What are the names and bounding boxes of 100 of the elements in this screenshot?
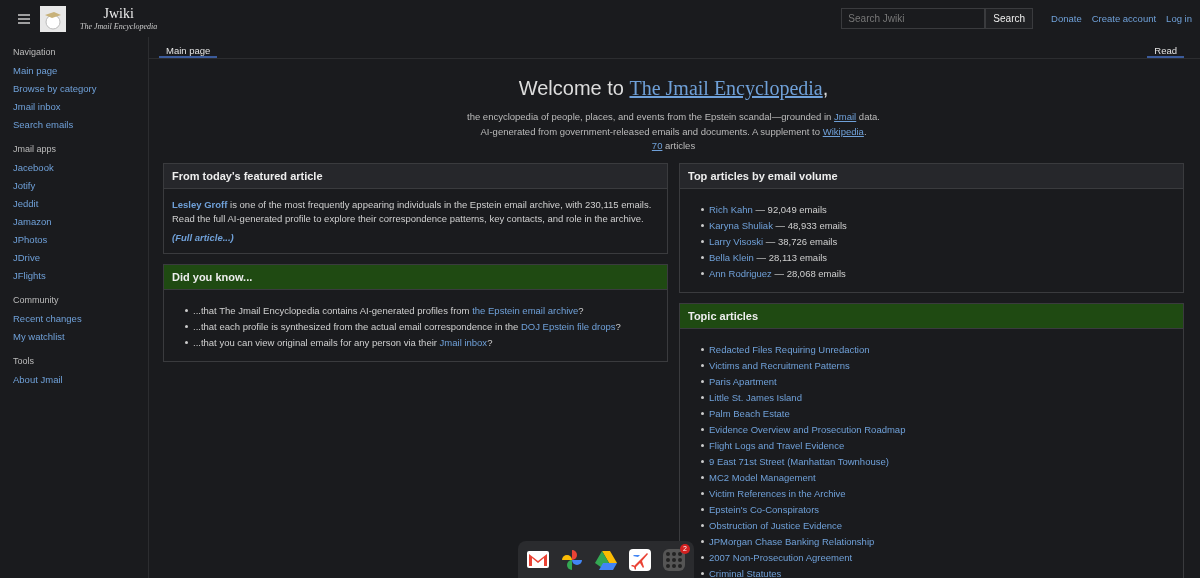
bullet-icon (701, 364, 704, 367)
logo-icon[interactable] (40, 5, 66, 32)
bullet-icon (701, 224, 704, 227)
bullet-icon (701, 412, 704, 415)
header-link[interactable]: Create account (1091, 13, 1157, 24)
link[interactable]: 70 (651, 140, 663, 151)
topic-link[interactable]: Flight Logs and Travel Evidence (709, 437, 845, 454)
bullet-icon (701, 348, 704, 351)
topic-link[interactable]: 2007 Non-Prosecution Agreement (709, 549, 853, 566)
panel-heading: Did you know... (164, 264, 667, 290)
link[interactable]: Jmail (834, 111, 857, 122)
panel-heading: From today's featured article (164, 163, 667, 189)
link[interactable]: the Epstein email archive (472, 304, 579, 316)
article-entry: Larry Visoski — 38,726 emails (709, 234, 838, 249)
topic-link[interactable]: Little St. James Island (709, 389, 802, 406)
site-name[interactable]: Jwiki (103, 6, 134, 22)
bullet-icon (701, 508, 704, 511)
fact-text: ...that you can view original emails for any person via their Jmail inbox? (193, 335, 493, 350)
topic-link[interactable]: Redacted Files Requiring Unredaction (709, 341, 870, 358)
sidebar-link[interactable]: Recent changes (13, 313, 148, 324)
panel-heading: Topic articles (680, 303, 1183, 329)
sidebar-link[interactable]: My watchlist (13, 331, 148, 342)
bullet-icon (701, 476, 704, 479)
topic-link[interactable]: Criminal Statutes (709, 565, 782, 578)
topic-link[interactable]: Paris Apartment (709, 373, 777, 390)
sidebar-link[interactable]: Main page (13, 65, 148, 76)
intro-text: AI-generated from government-released emails and documents. A supplement to Wikipedia. (479, 124, 868, 139)
sidebar-link[interactable]: Jotify (13, 180, 148, 191)
bullet-icon (701, 540, 704, 543)
bullet-icon (701, 524, 704, 527)
link[interactable]: The Jmail Encyclopedia (629, 77, 823, 99)
link[interactable]: DOJ Epstein file drops (520, 320, 616, 332)
sidebar-link[interactable]: JPhotos (13, 234, 148, 245)
topic-link[interactable]: Epstein's Co-Conspirators (709, 501, 820, 518)
link[interactable]: Rich Kahn (709, 203, 753, 215)
site-tagline: The Jmail Encyclopedia (80, 22, 158, 31)
grid-icon (663, 548, 685, 571)
article-entry: Rich Kahn — 92,049 emails (709, 202, 827, 217)
bullet-icon (701, 444, 704, 447)
welcome-heading: Welcome to The Jmail Encyclopedia, (517, 77, 830, 100)
bullet-icon (701, 428, 704, 431)
bullet-icon (701, 240, 704, 243)
bullet-icon (701, 208, 704, 211)
intro-text: 70 articles (650, 139, 697, 153)
featured-text: Lesley Groff is one of the most frequently appearing individuals in the Epstein email archive, with 230,115 emails. Read the full AI-generated profile to explore their correspondence patterns, key contacts, and role in the archive. (172, 197, 653, 226)
sidebar-link[interactable]: About Jmail (13, 374, 148, 385)
topic-link[interactable]: 9 East 71st Street (Manhattan Townhouse) (709, 453, 889, 470)
sidebar-link[interactable]: Jeddit (13, 198, 148, 209)
search-field[interactable]: Search Jwiki (841, 8, 986, 29)
link[interactable]: Ann Rodriguez (709, 267, 772, 279)
article-entry: Karyna Shuliak — 48,933 emails (709, 218, 847, 233)
triangle-icon (595, 549, 617, 570)
airplane-icon (629, 548, 651, 571)
link[interactable]: Larry Visoski (709, 235, 764, 247)
sidebar-heading: Jmail apps (13, 144, 58, 154)
fact-text: ...that each profile is synthesized from the actual email correspondence in the DOJ Epstein file drops? (193, 319, 621, 334)
tab[interactable]: Main page (159, 37, 218, 58)
bullet-icon (701, 556, 704, 559)
sidebar-heading: Tools (13, 356, 35, 366)
sidebar-link[interactable]: Search emails (13, 119, 148, 130)
link[interactable]: Bella Klein (709, 251, 754, 263)
topic-link[interactable]: Victim References in the Archive (709, 485, 846, 502)
header-link[interactable]: Log in (1166, 13, 1192, 24)
topic-link[interactable]: Victims and Recruitment Patterns (709, 357, 850, 374)
topic-link[interactable]: Evidence Overview and Prosecution Roadmap (709, 421, 906, 438)
mail-icon (527, 551, 549, 568)
menu-icon[interactable] (18, 13, 30, 24)
bullet-icon (701, 492, 704, 495)
search-button[interactable]: Search (985, 8, 1034, 29)
link[interactable]: Jmail inbox (439, 336, 488, 348)
header-link[interactable]: Donate (1051, 13, 1082, 24)
link[interactable]: Wikipedia (822, 125, 864, 137)
full-article-link[interactable]: (Full article...) (172, 231, 234, 243)
bullet-icon (701, 380, 704, 383)
topic-link[interactable]: Obstruction of Justice Evidence (709, 517, 843, 534)
panel-heading: Top articles by email volume (680, 163, 1183, 189)
bullet-icon (701, 396, 704, 399)
link[interactable]: Karyna Shuliak (709, 219, 773, 231)
topic-link[interactable]: Palm Beach Estate (709, 405, 790, 422)
bullet-icon (185, 309, 188, 312)
topic-link[interactable]: MC2 Model Management (709, 469, 816, 486)
bullet-icon (701, 256, 704, 259)
article-entry: Ann Rodriguez — 28,068 emails (709, 266, 846, 281)
topic-link[interactable]: JPMorgan Chase Banking Relationship (709, 533, 875, 550)
link[interactable]: Lesley Groff (172, 198, 228, 210)
intro-text: the encyclopedia of people, places, and events from the Epstein scandal—grounded in Jmail data. (466, 110, 881, 124)
sidebar-link[interactable]: Jacebook (13, 162, 148, 173)
sidebar-link[interactable]: JDrive (13, 252, 148, 263)
sidebar-link[interactable]: Jmail inbox (13, 101, 148, 112)
pinwheel-icon (561, 548, 583, 571)
tab[interactable]: Read (1147, 37, 1184, 58)
bullet-icon (701, 460, 704, 463)
sidebar-heading: Navigation (13, 47, 57, 57)
sidebar-heading: Community (13, 295, 60, 305)
article-entry: Bella Klein — 28,113 emails (709, 250, 828, 265)
bullet-icon (185, 341, 188, 344)
fact-text: ...that The Jmail Encyclopedia contains AI-generated profiles from the Epstein email archive? (193, 303, 584, 318)
sidebar-link[interactable]: Jamazon (13, 216, 148, 227)
sidebar-link[interactable]: JFlights (13, 270, 148, 281)
sidebar-link[interactable]: Browse by category (13, 83, 148, 94)
